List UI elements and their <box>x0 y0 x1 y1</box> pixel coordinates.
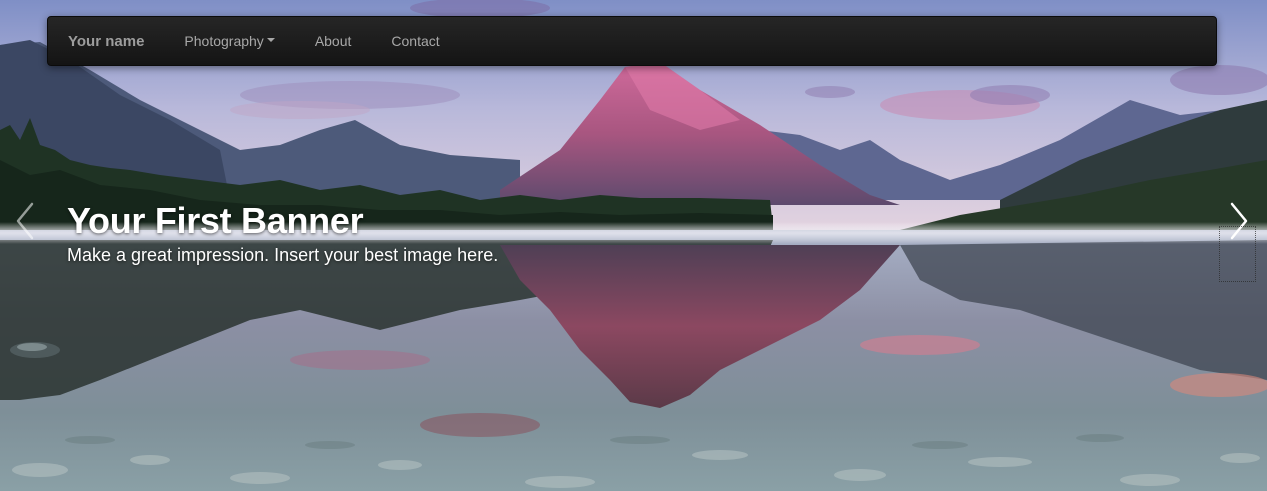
carousel-next-button[interactable] <box>1219 196 1259 246</box>
nav-item-label: Photography <box>184 33 264 49</box>
nav-item-label: About <box>314 33 352 49</box>
banner-title: Your First Banner <box>67 200 364 241</box>
navbar: Your name Photography About Contact <box>47 16 1217 66</box>
banner-caption: Your First Banner Make a great impressio… <box>67 200 498 266</box>
carousel-prev-button[interactable] <box>6 196 46 246</box>
nav-item-label: Contact <box>391 33 440 49</box>
chevron-right-icon <box>1230 202 1248 240</box>
nav-item-photography[interactable]: Photography <box>184 33 294 49</box>
nav-menu: Photography About Contact <box>184 33 479 49</box>
caret-down-icon <box>266 38 275 42</box>
nav-item-contact[interactable]: Contact <box>391 33 459 49</box>
hero-carousel: Your name Photography About Contact Your… <box>0 0 1267 491</box>
banner-subtitle: Make a great impression. Insert your bes… <box>67 245 499 265</box>
brand-link[interactable]: Your name <box>68 33 144 50</box>
chevron-left-icon <box>16 202 34 240</box>
nav-item-about[interactable]: About <box>315 33 372 49</box>
